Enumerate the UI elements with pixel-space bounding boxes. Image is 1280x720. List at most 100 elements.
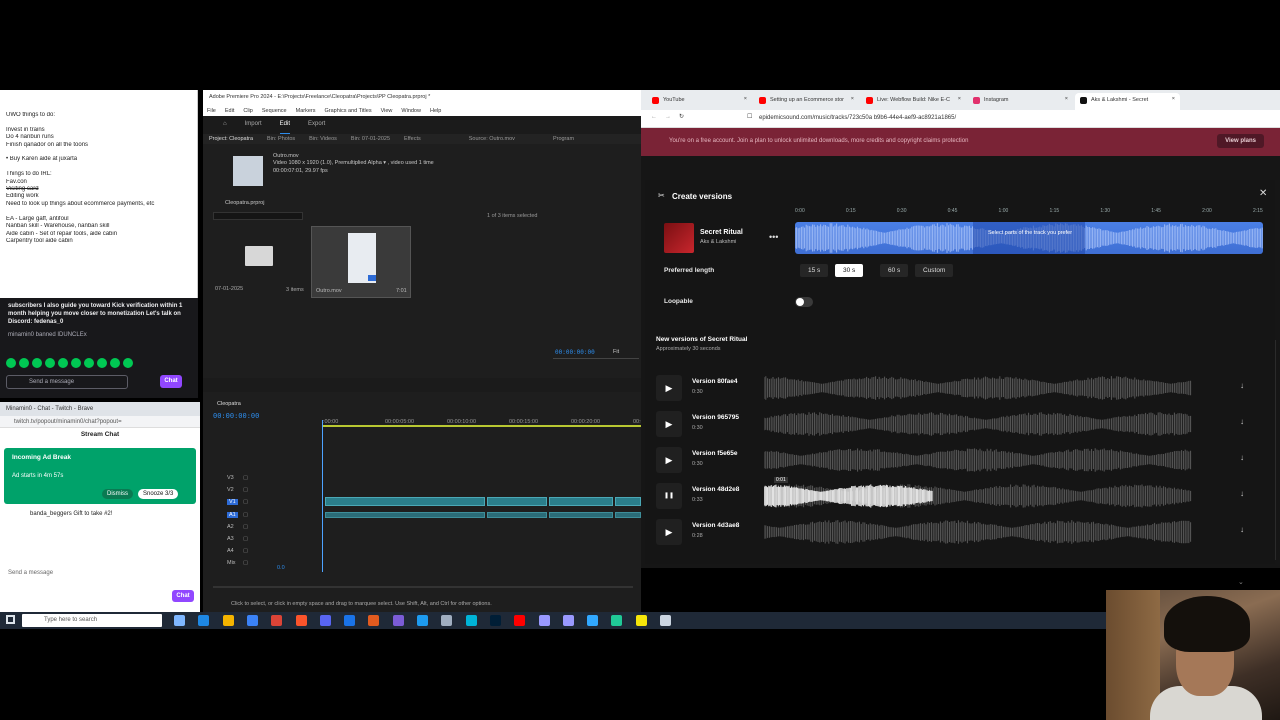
forward-icon[interactable]: → — [665, 114, 671, 120]
menu-item[interactable]: Sequence — [262, 108, 287, 114]
timeline-scrollbar[interactable] — [213, 586, 633, 588]
play-icon[interactable]: ▶ — [656, 447, 682, 473]
tab-close-icon[interactable]: × — [1065, 96, 1068, 102]
version-row[interactable]: ▶ Version f5e65e 0:30 ↓ — [656, 447, 1256, 473]
browser-tab[interactable]: Aks & Lakshmi - Secret × — [1075, 93, 1180, 110]
download-icon[interactable]: ↓ — [1240, 525, 1244, 534]
send-message-input[interactable]: Send a message — [6, 375, 128, 389]
sticky-notes-icon[interactable] — [635, 615, 647, 626]
task-view-icon[interactable] — [174, 615, 185, 626]
tab-bin-videos[interactable]: Bin: Videos — [309, 136, 337, 142]
tab-bin-photos[interactable]: Bin: Photos — [267, 136, 295, 142]
video-clip[interactable] — [487, 497, 547, 506]
zoom-icon[interactable] — [344, 615, 356, 626]
lock-icon[interactable]: ▢ — [243, 536, 248, 542]
audio-clip[interactable] — [487, 512, 547, 518]
version-waveform[interactable] — [764, 375, 1192, 401]
taskbar-search-input[interactable]: Type here to search — [22, 614, 162, 627]
firefox-icon[interactable] — [368, 615, 380, 626]
emote-icon[interactable] — [71, 358, 81, 368]
emote-icon[interactable] — [19, 358, 29, 368]
reload-icon[interactable]: ↻ — [679, 113, 684, 120]
address-input[interactable]: epidemicsound.com/music/tracks/723c50a b… — [759, 115, 956, 121]
length-60s-button[interactable]: 60 s — [880, 264, 909, 277]
lock-icon[interactable]: ▢ — [243, 512, 248, 518]
tab-project[interactable]: Project: Cleopatra — [209, 136, 253, 142]
gift-user[interactable]: banda_beggers — [30, 511, 72, 517]
menu-item[interactable]: File — [207, 108, 216, 114]
version-waveform[interactable] — [764, 447, 1192, 473]
download-icon[interactable]: ↓ — [1240, 489, 1244, 498]
emote-icon[interactable] — [45, 358, 55, 368]
windows-start-icon[interactable] — [6, 615, 15, 624]
chat-button[interactable]: Chat — [172, 590, 194, 602]
download-icon[interactable]: ↓ — [1240, 453, 1244, 462]
app-icon[interactable] — [417, 615, 428, 626]
more-options-icon[interactable]: ••• — [769, 232, 778, 242]
download-icon[interactable]: ↓ — [1240, 417, 1244, 426]
track-label[interactable]: A3 — [227, 536, 234, 542]
tab-close-icon[interactable]: × — [958, 96, 961, 102]
app-icon[interactable] — [587, 615, 599, 626]
menu-item[interactable]: Clip — [243, 108, 252, 114]
edge-icon[interactable] — [198, 615, 210, 626]
work-area-bar[interactable] — [323, 425, 641, 427]
home-icon[interactable]: ⌂ — [223, 121, 227, 134]
app-icon[interactable] — [611, 615, 623, 626]
source-timecode[interactable]: 00:00:00:00 — [555, 349, 595, 356]
lock-icon[interactable]: ▢ — [243, 487, 248, 493]
fit-dropdown[interactable]: Fit — [613, 349, 619, 355]
emote-icon[interactable] — [32, 358, 42, 368]
video-clip[interactable] — [325, 497, 485, 506]
discord-icon[interactable] — [319, 615, 331, 626]
menu-item[interactable]: Window — [401, 108, 421, 114]
notes-text[interactable]: UWO things to do: Invest in trains Do 4 n… — [6, 112, 192, 245]
lock-icon[interactable]: ▢ — [243, 475, 248, 481]
chat-button[interactable]: Chat — [160, 375, 182, 388]
video-clip[interactable] — [549, 497, 613, 506]
browser-tab[interactable]: Live: Webflow Build: Nike E-C × — [861, 93, 966, 110]
version-waveform[interactable] — [764, 519, 1192, 545]
version-row[interactable]: ❚❚ Version 48d2e8 0:33 0:01 ↓ — [656, 477, 1256, 509]
mix-value[interactable]: 0.0 — [277, 565, 285, 571]
emote-icon[interactable] — [84, 358, 94, 368]
play-icon[interactable]: ▶ — [656, 519, 682, 545]
snooze-button[interactable]: Snooze 3/3 — [138, 489, 179, 499]
version-row[interactable]: ▶ Version 965795 0:30 ↓ — [656, 411, 1256, 437]
lock-icon[interactable]: ▢ — [243, 560, 248, 566]
track-label[interactable]: V1 — [227, 499, 238, 506]
premiere-icon[interactable] — [538, 615, 550, 626]
track-label[interactable]: V2 — [227, 487, 234, 493]
pause-icon[interactable]: ❚❚ — [656, 483, 682, 509]
brave-icon[interactable] — [295, 615, 307, 626]
dismiss-button[interactable]: Dismiss — [102, 489, 133, 499]
emote-icon[interactable] — [97, 358, 107, 368]
browser-tab[interactable]: Instagram × — [968, 93, 1073, 110]
tab-source[interactable]: Source: Outro.mov — [469, 136, 515, 142]
version-waveform[interactable] — [764, 411, 1192, 437]
loopable-toggle[interactable] — [795, 297, 813, 307]
close-icon[interactable]: ✕ — [1259, 188, 1267, 199]
audio-clip[interactable] — [325, 512, 485, 518]
menu-item[interactable]: Graphics and Titles — [325, 108, 372, 114]
track-label[interactable]: A1 — [227, 511, 238, 518]
emote-icon[interactable] — [6, 358, 16, 368]
emote-icon[interactable] — [123, 358, 133, 368]
track-label[interactable]: A4 — [227, 548, 234, 554]
sequence-tab[interactable]: Cleopatra — [217, 401, 241, 407]
file-explorer-icon[interactable] — [222, 615, 234, 626]
project-search-input[interactable] — [213, 212, 303, 220]
audio-clip[interactable] — [549, 512, 613, 518]
browser-tab[interactable]: Setting up an Ecommerce stor × — [754, 93, 859, 110]
video-clip[interactable] — [615, 497, 641, 506]
menu-item[interactable]: View — [381, 108, 393, 114]
mode-import[interactable]: Import — [245, 121, 262, 134]
menu-item[interactable]: Markers — [296, 108, 316, 114]
send-message-input[interactable]: Send a message — [8, 570, 53, 576]
view-plans-button[interactable]: View plans — [1217, 134, 1264, 148]
lock-icon[interactable]: ▢ — [243, 548, 248, 554]
play-icon[interactable]: ▶ — [656, 375, 682, 401]
app-icon[interactable] — [441, 615, 453, 626]
mode-export[interactable]: Export — [308, 121, 325, 134]
timeline-timecode[interactable]: 00:00:00:00 — [213, 412, 259, 420]
